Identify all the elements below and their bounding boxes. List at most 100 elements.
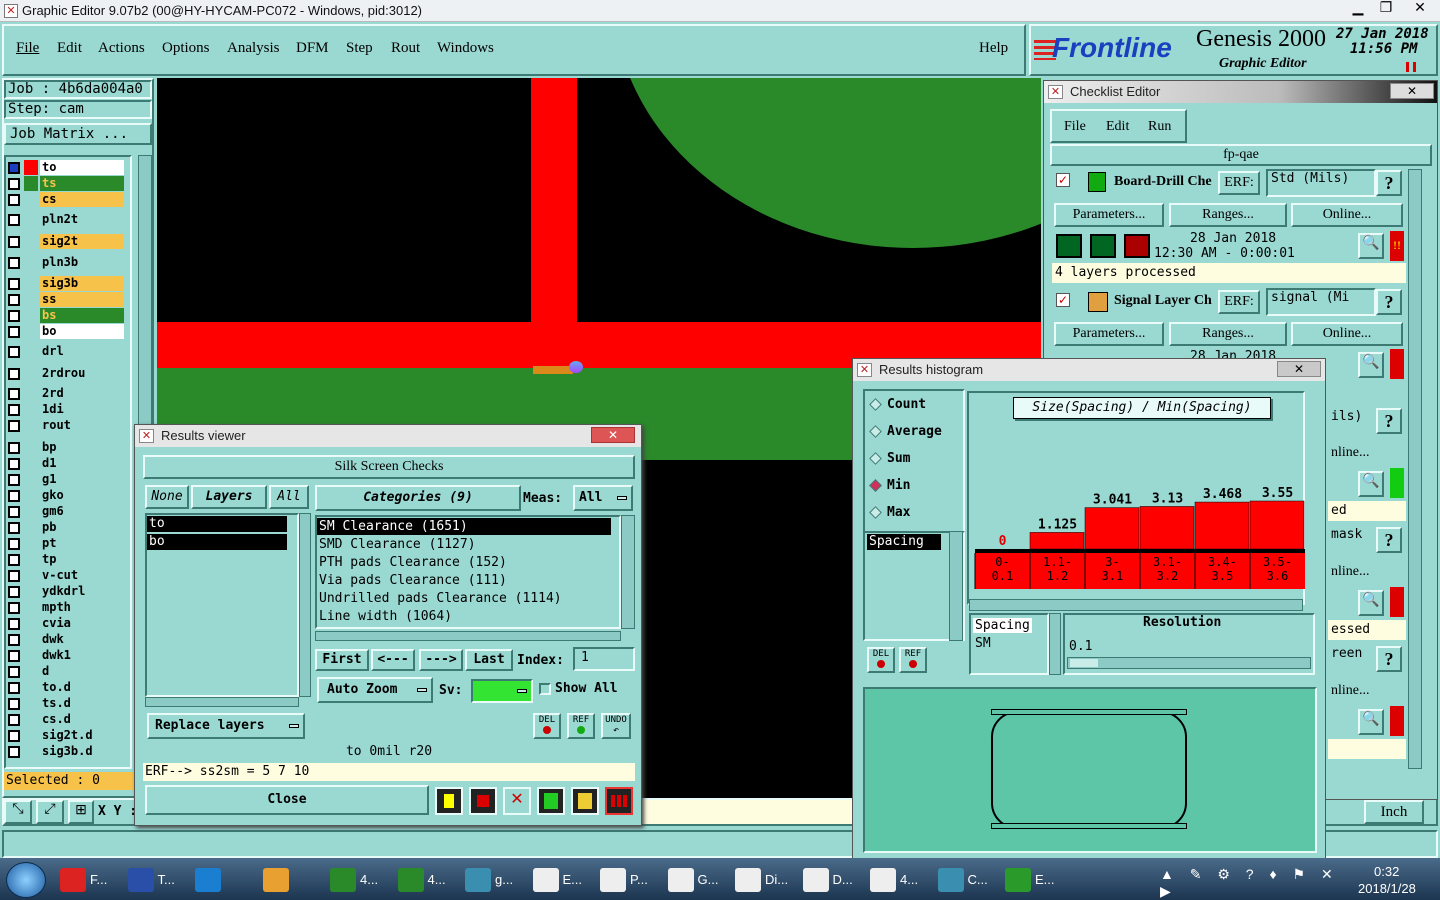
layer-checkbox[interactable] [8,586,20,598]
taskbar-item[interactable]: T... [124,862,188,898]
category-item[interactable]: Line width (1064) [317,608,611,625]
layer-checkbox[interactable] [8,294,20,306]
viewer-layer-bo[interactable]: bo [147,534,287,550]
chart-hscroll[interactable] [969,599,1303,611]
layer-row-g1[interactable]: g1 [6,472,124,487]
layer-row-bs[interactable]: bs [6,308,124,323]
histogram-bar[interactable] [1139,506,1195,550]
viewer-del-button[interactable]: DEL [533,713,561,739]
check-item-5-help-button[interactable]: ? [1376,646,1402,672]
layer-checkbox[interactable] [8,730,20,742]
menu-edit[interactable]: Edit [57,40,82,57]
checklist-menu-edit[interactable]: Edit [1106,119,1129,135]
layer-row-bp[interactable]: bp [6,440,124,455]
layer-checkbox[interactable] [8,178,20,190]
meas-dropdown[interactable]: All [573,485,633,511]
res-item-sm[interactable]: SM [975,636,991,651]
tool-grid-button[interactable]: ⊞ [68,800,94,824]
tool-zoom-button[interactable]: ⤡ [4,800,32,824]
zoom-results-icon-4[interactable]: 🔍 [1358,590,1384,616]
run-icon-2[interactable] [1090,234,1116,258]
hist-list-item[interactable]: Spacing [867,534,941,550]
check-item-4-help-button[interactable]: ? [1376,527,1402,553]
res-item-spacing[interactable]: Spacing [973,618,1032,633]
mode-min-radio[interactable]: Min [869,478,910,493]
layer-row-to-d[interactable]: to.d [6,680,124,695]
taskbar-item[interactable]: Di... [731,862,795,898]
menu-dfm[interactable]: DFM [296,40,329,57]
viewer-tool-icon-2[interactable] [469,787,497,815]
layer-checkbox[interactable] [8,420,20,432]
category-item[interactable]: Via pads Clearance (111) [317,572,611,589]
menu-file[interactable]: File [16,40,39,57]
menu-options[interactable]: Options [162,40,210,57]
prev-button[interactable]: <--- [371,649,415,671]
layer-row-tp[interactable]: tp [6,552,124,567]
histogram-bar[interactable] [1194,501,1250,550]
viewer-tool-icon-1[interactable] [435,787,463,815]
layer-checkbox[interactable] [8,326,20,338]
layer-checkbox[interactable] [8,404,20,416]
mode-sum-radio[interactable]: Sum [869,451,910,466]
category-item[interactable]: Undrilled pads Clearance (1114) [317,590,611,607]
layer-row-gko[interactable]: gko [6,488,124,503]
hist-ref-button[interactable]: REF [899,647,927,673]
histogram-close-button[interactable]: ✕ [1277,361,1321,377]
layer-checkbox[interactable] [8,602,20,614]
menu-analysis[interactable]: Analysis [227,40,280,57]
check-item-2-parameters-button[interactable]: Parameters... [1054,322,1164,346]
zoom-results-icon-1[interactable]: 🔍 [1358,233,1384,259]
layer-row-pt[interactable]: pt [6,536,124,551]
layer-checkbox[interactable] [8,666,20,678]
layer-checkbox[interactable] [8,442,20,454]
layer-row-sig2t[interactable]: sig2t [6,234,124,249]
zoom-results-icon-5[interactable]: 🔍 [1358,709,1384,735]
category-item[interactable]: SM Clearance (1651) [317,518,611,535]
none-button[interactable]: None [145,485,189,509]
layers-button[interactable]: Layers [191,485,267,509]
menu-step[interactable]: Step [346,40,373,57]
check-item-1-erf-button[interactable]: ERF: [1218,171,1260,195]
histogram-bar[interactable] [1084,507,1140,550]
taskbar-item[interactable]: G... [664,862,728,898]
viewer-tool-icon-5[interactable] [571,787,599,815]
layer-checkbox[interactable] [8,538,20,550]
hist-list-scrollbar[interactable] [949,531,963,641]
check-item-1-ranges-button[interactable]: Ranges... [1169,203,1287,227]
viewer-close-x-button[interactable]: ✕ [591,427,635,443]
check-item-1-help-button[interactable]: ? [1376,170,1402,196]
units-button[interactable]: Inch [1364,800,1424,824]
layer-row-dwk1[interactable]: dwk1 [6,648,124,663]
check-item-2-online-button[interactable]: Online... [1291,322,1403,346]
layer-row-cs-d[interactable]: cs.d [6,712,124,727]
layer-checkbox[interactable] [8,214,20,226]
taskbar-item[interactable]: 4... [326,862,390,898]
zoom-results-icon-3[interactable]: 🔍 [1358,471,1384,497]
layer-checkbox[interactable] [8,650,20,662]
start-button[interactable] [6,862,46,898]
layer-row-dwk[interactable]: dwk [6,632,124,647]
taskbar-item[interactable]: D... [799,862,863,898]
category-item[interactable]: PTH pads Clearance (152) [317,554,611,571]
layer-row-2rdrou[interactable]: 2rdrou [6,366,124,381]
res-list-scrollbar[interactable] [1049,613,1061,675]
tool-measure-button[interactable]: ⤢ [36,800,64,824]
checklist-close-button[interactable]: ✕ [1390,83,1434,99]
layer-checkbox[interactable] [8,368,20,380]
taskbar-item[interactable]: C... [934,862,998,898]
first-button[interactable]: First [315,649,369,671]
all-button[interactable]: All [269,485,309,509]
layer-row-sig2t-d[interactable]: sig2t.d [6,728,124,743]
show-all-checkbox[interactable] [539,683,551,695]
layer-row-cs[interactable]: cs [6,192,124,207]
check-item-3-help-button[interactable]: ? [1376,408,1402,434]
viewer-tool-icon-4[interactable] [537,787,565,815]
taskbar-item[interactable]: F... [56,862,120,898]
layer-checkbox[interactable] [8,194,20,206]
layer-row-ydkdrl[interactable]: ydkdrl [6,584,124,599]
layer-row-pln2t[interactable]: pln2t [6,212,124,227]
layer-checkbox[interactable] [8,458,20,470]
viewer-layer-vscroll[interactable] [299,513,311,697]
viewer-ref-button[interactable]: REF [567,713,595,739]
layer-checkbox[interactable] [8,618,20,630]
